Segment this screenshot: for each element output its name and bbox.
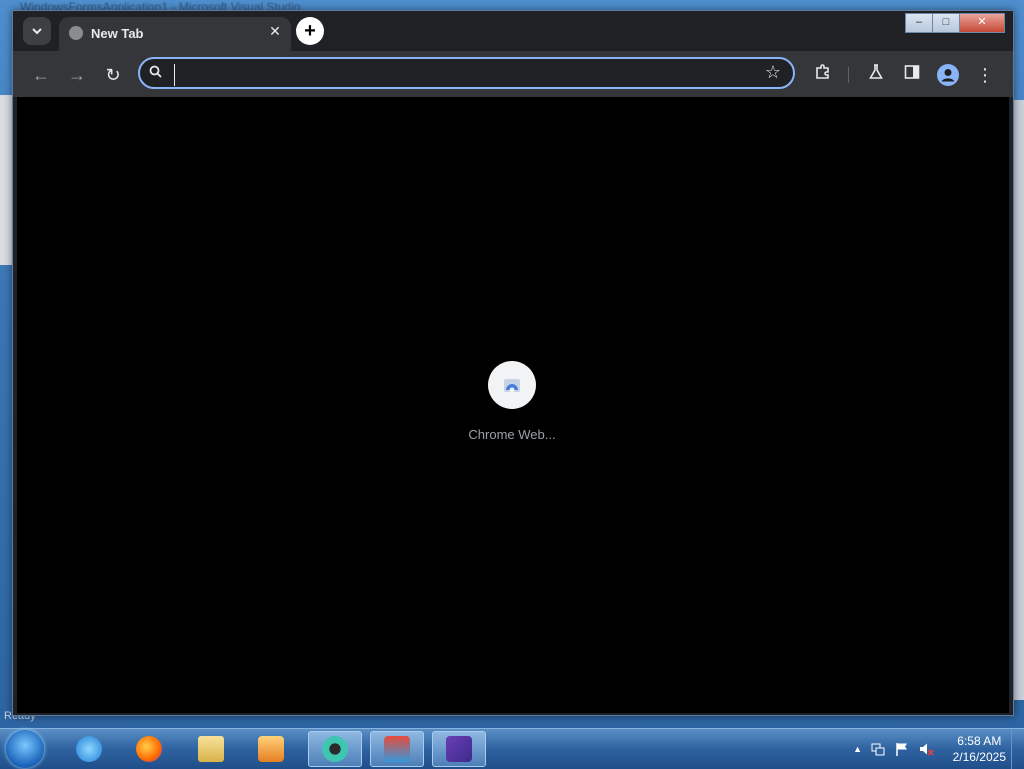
browser-window: New Tab ✕ + – □ ✕ ← → ↻ ☆ ⋮ Chrome Web..… <box>12 10 1014 716</box>
side-panel-button[interactable] <box>900 63 924 87</box>
taskbar-chrome[interactable] <box>308 731 362 767</box>
system-tray: ▲ <box>853 741 934 757</box>
profile-icon <box>941 69 955 82</box>
profile-button[interactable] <box>937 64 959 86</box>
forward-button[interactable]: → <box>65 63 89 87</box>
globe-icon <box>69 26 83 40</box>
shortcut-tile[interactable]: Chrome Web... <box>457 361 567 442</box>
folder-icon <box>198 736 224 762</box>
address-input[interactable] <box>174 64 739 86</box>
tab-title: New Tab <box>91 26 144 41</box>
clock-time: 6:58 AM <box>957 734 1002 748</box>
taskbar-ie[interactable] <box>62 731 116 767</box>
tab-strip: New Tab ✕ + – □ ✕ <box>13 11 1013 51</box>
taskbar-media-player[interactable] <box>244 731 298 767</box>
maximize-button[interactable]: □ <box>932 13 960 33</box>
tab-new-tab[interactable]: New Tab ✕ <box>59 17 291 51</box>
background-window-sidebar <box>0 95 12 265</box>
start-button[interactable] <box>6 730 44 768</box>
new-tab-page: Chrome Web... <box>17 97 1009 713</box>
internet-explorer-icon <box>76 736 102 762</box>
visual-studio-icon <box>446 736 472 762</box>
kebab-menu-icon[interactable]: ⋮ <box>973 63 997 87</box>
taskbar: ▲ 6:58 AM 2/16/2025 <box>0 728 1024 769</box>
firefox-icon <box>136 736 162 762</box>
tab-close-button[interactable]: ✕ <box>265 23 285 40</box>
new-tab-button[interactable]: + <box>296 17 324 45</box>
taskbar-visual-studio[interactable] <box>432 731 486 767</box>
chevron-down-icon <box>32 28 42 35</box>
taskbar-firefox[interactable] <box>122 731 176 767</box>
taskbar-explorer[interactable] <box>184 731 238 767</box>
shortcut-icon-circle <box>488 361 536 409</box>
browser-toolbar: ← → ↻ ☆ ⋮ <box>13 51 1013 97</box>
close-button[interactable]: ✕ <box>959 13 1005 33</box>
network-icon[interactable] <box>870 741 886 757</box>
show-desktop-button[interactable] <box>1011 729 1024 769</box>
shortcut-label: Chrome Web... <box>468 427 556 442</box>
clock-date: 2/16/2025 <box>952 750 1006 764</box>
flag-icon[interactable] <box>894 741 910 757</box>
back-button[interactable]: ← <box>29 63 53 87</box>
tab-search-button[interactable] <box>23 17 51 45</box>
toolbar-separator <box>848 67 849 83</box>
taskbar-clock[interactable]: 6:58 AM 2/16/2025 <box>953 733 1006 765</box>
puzzle-icon <box>816 64 829 79</box>
side-panel-icon <box>904 65 920 79</box>
flask-icon <box>869 64 883 79</box>
tray-expand-icon[interactable]: ▲ <box>853 741 862 757</box>
window-controls: – □ ✕ <box>905 13 1005 33</box>
extensions-button[interactable] <box>811 63 835 87</box>
media-player-icon <box>258 736 284 762</box>
chrome-web-store-icon <box>504 379 520 393</box>
search-icon <box>149 65 162 78</box>
star-icon[interactable]: ☆ <box>762 62 784 83</box>
minimize-button[interactable]: – <box>905 13 933 33</box>
app-t-icon <box>384 736 410 762</box>
browser-app-icon <box>322 736 348 762</box>
labs-button[interactable] <box>864 63 888 87</box>
address-bar[interactable]: ☆ <box>138 57 795 89</box>
taskbar-app-t[interactable] <box>370 731 424 767</box>
volume-muted-icon[interactable] <box>918 741 934 757</box>
reload-button[interactable]: ↻ <box>101 63 125 87</box>
